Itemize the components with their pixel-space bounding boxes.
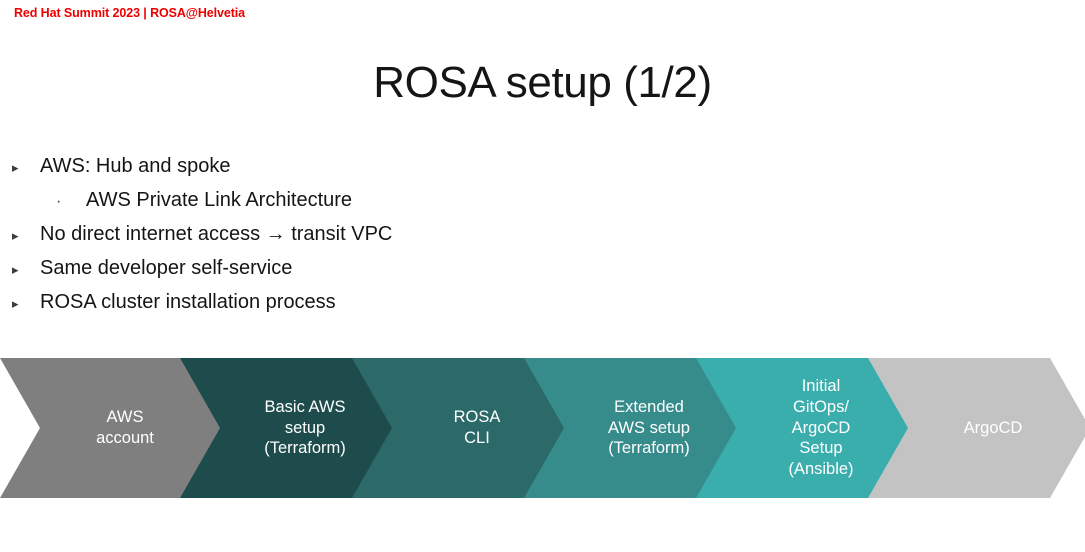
list-item-label: AWS Private Link Architecture [86,189,353,211]
dot-bullet-icon: · [56,193,62,210]
list-item: ▸ No direct internet access → transit VP… [12,224,712,244]
bullet-list: ▸ AWS: Hub and spoke · AWS Private Link … [12,156,712,326]
process-step-aws-account: AWS account [0,358,222,498]
page-title: ROSA setup (1/2) [373,58,712,107]
triangle-bullet-icon: ▸ [12,262,19,277]
list-item: · AWS Private Link Architecture [12,190,712,210]
triangle-bullet-icon: ▸ [12,296,19,311]
process-step-label: AWS account [96,408,154,447]
process-step-label: Initial GitOps/ ArgoCD Setup (Ansible) [788,376,854,479]
process-step-label: ArgoCD [963,418,1023,437]
list-item: ▸ AWS: Hub and spoke [12,156,712,176]
process-step-label: ROSA CLI [453,408,501,447]
list-item-label: ROSA cluster installation process [40,291,336,313]
slide-header-label: Red Hat Summit 2023 | ROSA@Helvetia [14,6,246,20]
list-item: ▸ ROSA cluster installation process [12,292,712,312]
triangle-bullet-icon: ▸ [12,228,19,243]
process-step-label: Extended AWS setup (Terraform) [608,397,690,458]
list-item: ▸ Same developer self-service [12,258,712,278]
triangle-bullet-icon: ▸ [12,160,19,175]
list-item-label: AWS: Hub and spoke [40,155,231,177]
process-flow-diagram: AWS account Basic AWS setup (Terraform) … [0,358,1085,498]
list-item-label: Same developer self-service [40,257,293,279]
list-item-label: No direct internet access → transit VPC [40,223,393,245]
process-step-label: Basic AWS setup (Terraform) [264,397,346,458]
